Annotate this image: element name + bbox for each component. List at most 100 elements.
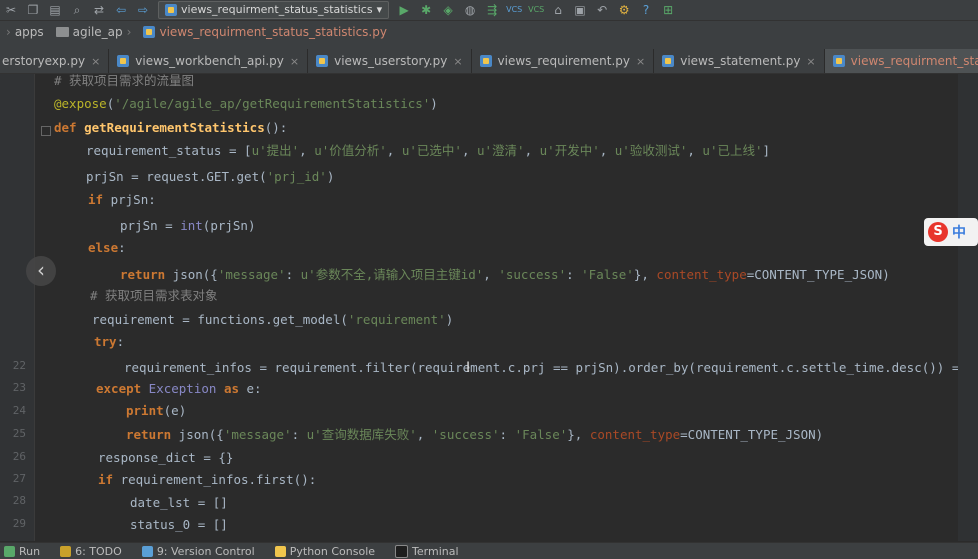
back-icon[interactable]: ⇦	[113, 3, 129, 17]
code-line: prjSn = request.GET.get('prj_id')	[86, 166, 334, 188]
code-text: )	[445, 312, 454, 327]
code-text: (prjSn)	[202, 218, 256, 233]
code-editor[interactable]: 22 23 24 25 26 27 28 29 # 获取项目需求的流量图 @ex…	[0, 74, 978, 541]
code-comment: # 获取项目需求表对象	[90, 288, 218, 303]
tool-window-python-console[interactable]: Python Console	[265, 545, 385, 558]
line-number: 24	[12, 404, 26, 417]
version-control-icon	[141, 545, 153, 557]
code-line: requirement = functions.get_model('requi…	[92, 309, 453, 331]
code-decorator: @	[54, 96, 62, 111]
run-icon	[4, 545, 15, 557]
revert-icon[interactable]: ↶	[594, 3, 610, 17]
tab-views-statement[interactable]: views_statement.py ×	[654, 49, 825, 73]
code-text: ]	[762, 143, 771, 158]
folder-icon	[55, 27, 69, 37]
code-keyword: return	[120, 267, 166, 282]
paste-icon[interactable]: ▤	[47, 3, 63, 17]
code-string: u'查询数据库失败'	[306, 427, 417, 442]
run-configuration-select[interactable]: views_requirment_status_statistics ▾	[158, 1, 390, 19]
tab-views-requirement[interactable]: views_requirement.py ×	[471, 49, 655, 73]
replace-icon[interactable]: ⇄	[91, 3, 107, 17]
code-line: @expose('/agile/agile_ap/getRequirementS…	[54, 93, 438, 115]
editor-right-stripe[interactable]	[958, 74, 978, 541]
code-string: 'success'	[431, 427, 500, 442]
tab-label: views_requirment_status_statistics.py	[850, 54, 978, 68]
code-text: ,	[386, 143, 402, 158]
code-text: },	[633, 267, 657, 282]
tab-label: views_statement.py	[680, 54, 801, 68]
code-string: u'澄清'	[477, 143, 525, 158]
code-line: except Exception as e:	[96, 378, 262, 400]
run-icon[interactable]: ▶	[396, 3, 412, 17]
breadcrumb-item-file[interactable]: views_requirment_status_statistics.py	[137, 25, 393, 39]
close-icon[interactable]: ×	[91, 55, 100, 68]
code-text: )	[430, 96, 438, 111]
code-comment: # 获取项目需求的流量图	[54, 74, 195, 88]
find-icon[interactable]: ⌕	[69, 3, 85, 17]
vcs-commit-icon[interactable]: VCS	[528, 3, 544, 17]
cut-icon[interactable]: ✂	[3, 3, 19, 17]
code-line: requirement_infos = requirement.filter(r…	[124, 357, 959, 379]
build-icon[interactable]: ⇶	[484, 3, 500, 17]
code-text: prjSn =	[120, 218, 181, 233]
code-text: =CONTENT_TYPE_JSON)	[746, 267, 890, 282]
code-text: requirement = functions.get_model(	[92, 312, 348, 327]
close-icon[interactable]: ×	[453, 55, 462, 68]
vcs-update-icon[interactable]: VCS	[506, 3, 522, 17]
settings-icon[interactable]: ⚙	[616, 3, 632, 17]
tool-window-todo[interactable]: 6: TODO	[50, 545, 132, 558]
editor-tabs: erstoryexp.py × views_workbench_api.py ×…	[0, 43, 978, 74]
breadcrumb-item-apps[interactable]: › apps	[0, 25, 50, 39]
tab-userstoryexp[interactable]: erstoryexp.py ×	[0, 49, 110, 73]
line-number-gutter[interactable]: 22 23 24 25 26 27 28 29	[0, 74, 35, 541]
close-icon[interactable]: ×	[806, 55, 815, 68]
todo-icon	[60, 545, 72, 557]
code-string: '/agile/agile_ap/getRequirementStatistic…	[114, 96, 431, 111]
code-line: # 获取项目需求的流量图	[54, 74, 194, 92]
tab-views-requirment-status-statistics[interactable]: views_requirment_status_statistics.py	[824, 49, 978, 73]
sdk-icon[interactable]: ⊞	[660, 3, 676, 17]
close-icon[interactable]: ×	[290, 55, 299, 68]
debug-icon[interactable]: ✱	[418, 3, 434, 17]
tool-window-label: 6: TODO	[75, 544, 122, 558]
code-text: :	[291, 427, 307, 442]
tool-window-label: Python Console	[289, 544, 376, 558]
code-text: json({	[165, 267, 218, 282]
code-line: try:	[94, 331, 124, 353]
code-keyword: else	[88, 240, 119, 255]
tool-window-run[interactable]: Run	[0, 545, 50, 558]
python-console-icon	[274, 545, 286, 557]
breadcrumb-item-agile-ap[interactable]: agile_ap ›	[50, 25, 138, 39]
profile-icon[interactable]: ◍	[462, 3, 478, 17]
breadcrumb-label: agile_ap	[72, 25, 123, 39]
chevron-right-icon: ›	[6, 25, 11, 39]
tool-window-label: Run	[19, 544, 41, 558]
tab-views-workbench-api[interactable]: views_workbench_api.py ×	[109, 49, 309, 73]
tool-window-label: 9: Version Control	[156, 544, 255, 558]
tool-window-terminal[interactable]: Terminal	[385, 544, 469, 558]
code-text: :	[499, 427, 515, 442]
fold-marker[interactable]	[41, 126, 51, 136]
code-text: ,	[599, 143, 615, 158]
shelve-icon[interactable]: ▣	[572, 3, 588, 17]
tool-window-version-control[interactable]: 9: Version Control	[132, 545, 265, 558]
copy-icon[interactable]: ❐	[25, 3, 41, 17]
coverage-icon[interactable]: ◈	[440, 3, 456, 17]
ime-indicator[interactable]: S 中	[924, 218, 978, 246]
forward-icon[interactable]: ⇨	[135, 3, 151, 17]
code-text: requirement_status = [	[86, 143, 252, 158]
chevron-left-icon[interactable]: ‹	[26, 256, 56, 286]
help-icon[interactable]: ?	[638, 3, 654, 17]
close-icon[interactable]: ×	[636, 55, 645, 68]
tab-label: erstoryexp.py	[2, 54, 86, 68]
code-string: 'requirement'	[347, 312, 446, 327]
code-function-name: getRequirementStatistics	[84, 120, 265, 135]
code-string: u'参数不全,请输入项目主键id'	[300, 267, 484, 282]
code-text: )	[326, 169, 335, 184]
code-line: else:	[88, 237, 126, 259]
code-line: # 获取项目需求表对象	[90, 285, 218, 307]
history-icon[interactable]: ⌂	[550, 3, 566, 17]
code-text: :	[285, 267, 301, 282]
tab-views-userstory[interactable]: views_userstory.py ×	[308, 49, 472, 73]
python-file-icon	[117, 55, 130, 67]
